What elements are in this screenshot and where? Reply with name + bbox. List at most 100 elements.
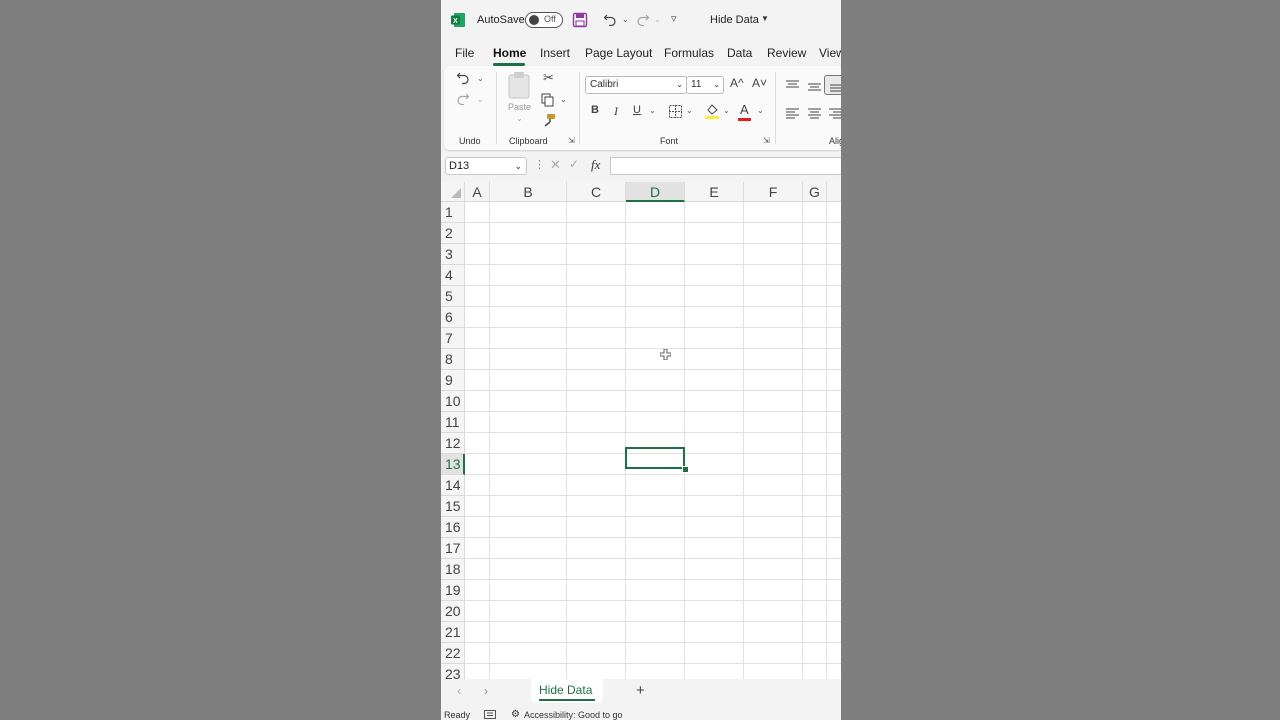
row-header-9[interactable]: 9	[441, 370, 465, 391]
more-options-icon[interactable]: ⋮	[534, 158, 545, 171]
title-dropdown-icon[interactable]: ▼	[761, 14, 769, 23]
font-size-select[interactable]: 11 ⌄	[686, 76, 724, 94]
redo-dropdown-icon[interactable]: ⌄	[654, 15, 661, 24]
row-header-4[interactable]: 4	[441, 265, 465, 286]
row-header-11[interactable]: 11	[441, 412, 465, 433]
redo-icon[interactable]	[636, 12, 650, 27]
tab-insert[interactable]: Insert	[540, 46, 570, 60]
column-header-c[interactable]: C	[567, 182, 626, 202]
align-center-icon[interactable]	[808, 106, 821, 119]
row-header-10[interactable]: 10	[441, 391, 465, 412]
column-header-d[interactable]: D	[626, 182, 685, 202]
tab-home[interactable]: Home	[493, 46, 526, 60]
row-header-2[interactable]: 2	[441, 223, 465, 244]
row-header-20[interactable]: 20	[441, 601, 465, 622]
paste-dropdown-icon[interactable]: ⌄	[516, 114, 523, 123]
tab-review[interactable]: Review	[767, 46, 806, 60]
row-header-21[interactable]: 21	[441, 622, 465, 643]
fill-color-dropdown-icon[interactable]: ⌄	[723, 106, 730, 115]
paste-label[interactable]: Paste	[508, 102, 531, 112]
save-icon[interactable]	[572, 12, 588, 28]
align-left-icon[interactable]	[786, 106, 799, 119]
row-header-7[interactable]: 7	[441, 328, 465, 349]
increase-font-icon[interactable]: A^	[730, 76, 744, 90]
worksheet-grid[interactable]: A B C D E F G 1 2 3 4 5 6 7 8 9 10 11 12…	[441, 182, 841, 679]
customize-toolbar-icon[interactable]: ▿	[671, 12, 677, 25]
fill-color-icon[interactable]	[705, 103, 719, 119]
tab-data[interactable]: Data	[727, 46, 752, 60]
decrease-font-icon[interactable]: A˅	[752, 76, 767, 90]
font-launcher-icon[interactable]: ⇲	[763, 136, 770, 145]
tab-view[interactable]: View	[819, 46, 841, 60]
underline-dropdown-icon[interactable]: ⌄	[649, 106, 656, 115]
format-painter-icon[interactable]	[542, 113, 556, 127]
row-header-16[interactable]: 16	[441, 517, 465, 538]
top-align-icon[interactable]	[786, 77, 799, 88]
copy-icon[interactable]	[541, 93, 555, 107]
clipboard-launcher-icon[interactable]: ⇲	[568, 136, 575, 145]
next-sheet-icon[interactable]: ›	[484, 684, 488, 698]
tab-page-layout[interactable]: Page Layout	[585, 46, 652, 60]
ribbon-redo-icon[interactable]	[456, 92, 470, 106]
row-header-14[interactable]: 14	[441, 475, 465, 496]
row-header-6[interactable]: 6	[441, 307, 465, 328]
underline-button[interactable]: U	[633, 104, 641, 116]
copy-dropdown-icon[interactable]: ⌄	[560, 95, 567, 104]
italic-button[interactable]: I	[614, 104, 618, 119]
tab-file[interactable]: File	[455, 46, 474, 60]
borders-dropdown-icon[interactable]: ⌄	[686, 106, 693, 115]
cancel-icon[interactable]: ✕	[550, 157, 561, 173]
bottom-align-button[interactable]	[824, 75, 841, 95]
name-box[interactable]: D13 ⌄	[445, 157, 527, 175]
ribbon-separator	[496, 72, 497, 144]
ribbon-undo-dropdown-icon[interactable]: ⌄	[477, 74, 484, 83]
column-header-b[interactable]: B	[490, 182, 567, 202]
row-header-1[interactable]: 1	[441, 202, 465, 223]
column-header-e[interactable]: E	[685, 182, 744, 202]
row-header-8[interactable]: 8	[441, 349, 465, 370]
formula-input[interactable]	[610, 157, 841, 175]
row-header-23[interactable]: 23	[441, 664, 465, 679]
row-header-22[interactable]: 22	[441, 643, 465, 664]
bold-button[interactable]: B	[591, 104, 599, 116]
font-name-select[interactable]: Calibri ⌄	[585, 76, 687, 94]
insert-function-icon[interactable]: fx	[591, 157, 600, 173]
document-title[interactable]: Hide Data	[710, 14, 759, 26]
font-color-dropdown-icon[interactable]: ⌄	[757, 106, 764, 115]
undo-dropdown-icon[interactable]: ⌄	[622, 15, 629, 24]
add-sheet-button[interactable]: +	[636, 682, 645, 699]
accessibility-status[interactable]: Accessibility: Good to go	[524, 710, 623, 720]
prev-sheet-icon[interactable]: ‹	[457, 684, 461, 698]
row-header-19[interactable]: 19	[441, 580, 465, 601]
paste-icon[interactable]	[506, 71, 532, 99]
row-header-15[interactable]: 15	[441, 496, 465, 517]
ribbon-undo-icon[interactable]	[456, 71, 470, 85]
column-header-a[interactable]: A	[465, 182, 490, 202]
cut-icon[interactable]: ✂	[543, 70, 554, 86]
row-header-12[interactable]: 12	[441, 433, 465, 454]
row-header-18[interactable]: 18	[441, 559, 465, 580]
fill-handle[interactable]	[682, 466, 689, 473]
macro-record-icon[interactable]	[484, 710, 496, 719]
row-header-13[interactable]: 13	[441, 454, 465, 475]
align-right-icon[interactable]	[829, 106, 841, 119]
undo-icon[interactable]	[603, 12, 617, 27]
autosave-toggle[interactable]: Off	[525, 12, 563, 28]
row-header-5[interactable]: 5	[441, 286, 465, 307]
row-header-17[interactable]: 17	[441, 538, 465, 559]
borders-icon[interactable]	[669, 105, 682, 118]
tab-formulas[interactable]: Formulas	[664, 46, 714, 60]
grid-line	[465, 285, 841, 286]
column-header-g[interactable]: G	[803, 182, 827, 202]
grid-line	[465, 621, 841, 622]
middle-align-icon[interactable]	[808, 79, 821, 91]
sheet-tab-hide-data[interactable]: Hide Data	[531, 679, 603, 703]
row-header-3[interactable]: 3	[441, 244, 465, 265]
font-color-icon[interactable]: A	[740, 102, 749, 117]
enter-icon[interactable]: ✓	[569, 157, 579, 171]
ribbon-redo-dropdown-icon[interactable]: ⌄	[477, 95, 484, 104]
select-all-corner[interactable]	[441, 182, 465, 202]
active-cell-d13[interactable]	[625, 447, 685, 469]
column-header-f[interactable]: F	[744, 182, 803, 202]
grid-line	[743, 202, 744, 679]
